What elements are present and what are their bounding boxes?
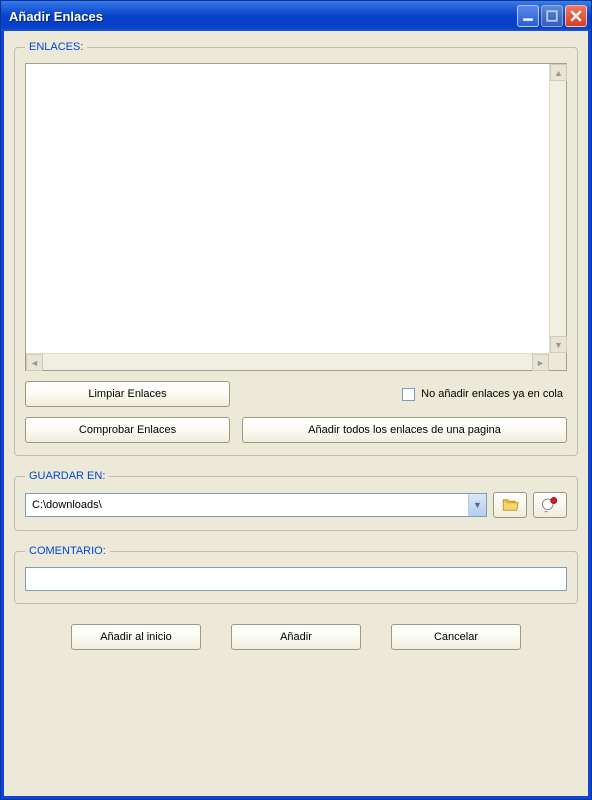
links-row-2: Comprobar Enlaces Añadir todos los enlac… xyxy=(25,417,567,443)
footer-buttons: Añadir al inicio Añadir Cancelar xyxy=(14,618,578,660)
save-path-row: ▼ xyxy=(25,492,567,518)
maximize-icon xyxy=(546,10,558,22)
add-all-from-page-button[interactable]: Añadir todos los enlaces de una pagina xyxy=(242,417,567,443)
browse-folder-button[interactable] xyxy=(493,492,527,518)
pin-location-button[interactable] xyxy=(533,492,567,518)
comment-group: COMENTARIO: xyxy=(14,545,578,604)
close-icon xyxy=(570,10,582,22)
client-area: ENLACES: ▲ ▼ ◄ ► Limpiar Enlaces No añad… xyxy=(1,31,591,799)
horizontal-scrollbar[interactable]: ◄ ► xyxy=(26,353,549,370)
links-legend: ENLACES: xyxy=(25,41,87,53)
no-queue-checkbox-wrap: No añadir enlaces ya en cola xyxy=(402,388,567,401)
minimize-icon xyxy=(522,10,534,22)
scroll-right-button[interactable]: ► xyxy=(532,354,549,371)
check-links-button[interactable]: Comprobar Enlaces xyxy=(25,417,230,443)
titlebar-controls xyxy=(517,5,587,27)
scroll-down-button[interactable]: ▼ xyxy=(550,336,567,353)
comment-legend: COMENTARIO: xyxy=(25,545,110,557)
no-queue-label: No añadir enlaces ya en cola xyxy=(421,388,563,400)
scroll-corner xyxy=(549,353,566,370)
save-path-input[interactable] xyxy=(26,494,468,516)
titlebar: Añadir Enlaces xyxy=(1,1,591,31)
add-button[interactable]: Añadir xyxy=(231,624,361,650)
save-path-combo: ▼ xyxy=(25,493,487,517)
cancel-button[interactable]: Cancelar xyxy=(391,624,521,650)
folder-open-icon xyxy=(501,496,519,514)
scroll-left-button[interactable]: ◄ xyxy=(26,354,43,371)
scroll-up-button[interactable]: ▲ xyxy=(550,64,567,81)
pin-icon xyxy=(541,496,559,514)
add-links-window: Añadir Enlaces ENLACES: ▲ ▼ ◄ xyxy=(0,0,592,800)
save-path-dropdown-button[interactable]: ▼ xyxy=(468,494,486,516)
clear-links-button[interactable]: Limpiar Enlaces xyxy=(25,381,230,407)
no-queue-checkbox[interactable] xyxy=(402,388,415,401)
save-legend: GUARDAR EN: xyxy=(25,470,109,482)
window-title: Añadir Enlaces xyxy=(9,9,103,24)
links-textarea[interactable] xyxy=(26,64,549,353)
save-group: GUARDAR EN: ▼ xyxy=(14,470,578,531)
links-row-1: Limpiar Enlaces No añadir enlaces ya en … xyxy=(25,381,567,407)
maximize-button xyxy=(541,5,563,27)
add-to-beginning-button[interactable]: Añadir al inicio xyxy=(71,624,201,650)
close-button[interactable] xyxy=(565,5,587,27)
comment-input[interactable] xyxy=(25,567,567,591)
links-group: ENLACES: ▲ ▼ ◄ ► Limpiar Enlaces No añad… xyxy=(14,41,578,456)
chevron-down-icon: ▼ xyxy=(473,500,482,510)
minimize-button[interactable] xyxy=(517,5,539,27)
links-textarea-wrap: ▲ ▼ ◄ ► xyxy=(25,63,567,371)
vertical-scrollbar[interactable]: ▲ ▼ xyxy=(549,64,566,353)
